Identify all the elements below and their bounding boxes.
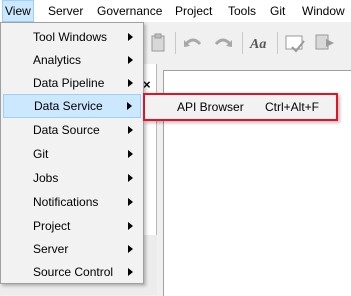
menu-item-server[interactable]: Server [3,237,141,261]
export-icon[interactable] [314,32,336,54]
menu-item-label: Data Pipeline [33,76,105,90]
menu-item-label: Server [33,242,69,256]
menu-governance[interactable]: Governance [95,0,164,22]
menu-item-jobs[interactable]: Jobs [3,166,141,190]
menu-item-data-service[interactable]: Data Service [3,94,141,118]
validate-icon[interactable] [284,32,308,54]
menu-item-data-source[interactable]: Data Source [3,118,141,142]
menu-git[interactable]: Git [268,0,287,22]
submenu-arrow-icon [128,198,133,206]
toolbar-separator [242,32,243,54]
submenu-arrow-icon [128,56,133,64]
submenu-arrow-icon [127,102,132,110]
menu-item-label: Tool Windows [33,30,108,44]
menu-item-label: Data Service [34,99,103,113]
menu-item-data-pipeline[interactable]: Data Pipeline [3,71,141,95]
menu-item-api-browser[interactable]: API Browser Ctrl+Alt+F [147,97,334,117]
submenu-arrow-icon [128,268,133,276]
menu-item-source-control[interactable]: Source Control [3,260,141,284]
data-service-submenu: API Browser Ctrl+Alt+F [143,93,338,121]
paste-icon[interactable] [148,32,170,54]
menu-item-label: Source Control [33,265,114,279]
view-menu: Tool Windows Analytics Data Pipeline Dat… [0,22,144,284]
menu-item-git[interactable]: Git [3,142,141,166]
toolbar-separator [277,32,278,54]
menu-item-project[interactable]: Project [3,214,141,238]
menu-item-label: API Browser [177,100,244,114]
menu-project[interactable]: Project [173,0,214,22]
menu-window[interactable]: Window [300,0,347,22]
menu-server[interactable]: Server [46,0,85,22]
submenu-arrow-icon [128,33,133,41]
menu-item-label: Analytics [33,53,82,67]
close-icon[interactable]: × [143,77,151,92]
menu-tools[interactable]: Tools [226,0,258,22]
menu-item-analytics[interactable]: Analytics [3,48,141,72]
menu-item-label: Jobs [33,171,59,185]
menu-item-label: Project [33,219,71,233]
toolbar-separator [175,32,176,54]
undo-icon[interactable] [182,34,204,52]
menu-item-tool-windows[interactable]: Tool Windows [3,25,141,49]
submenu-arrow-icon [128,174,133,182]
menu-item-label: Notifications [33,195,99,209]
redo-icon[interactable] [212,34,234,52]
menu-item-notifications[interactable]: Notifications [3,190,141,214]
menu-item-label: Git [33,147,49,161]
menu-bar: View Server Governance Project Tools Git… [0,0,351,23]
menu-item-label: Data Source [33,123,100,137]
submenu-arrow-icon [128,245,133,253]
submenu-arrow-icon [128,150,133,158]
font-icon[interactable]: Aa [248,34,272,52]
menu-item-shortcut: Ctrl+Alt+F [265,100,320,114]
submenu-arrow-icon [128,79,133,87]
submenu-arrow-icon [128,222,133,230]
menu-view[interactable]: View [2,0,34,22]
svg-text:Aa: Aa [249,37,266,52]
submenu-arrow-icon [128,126,133,134]
